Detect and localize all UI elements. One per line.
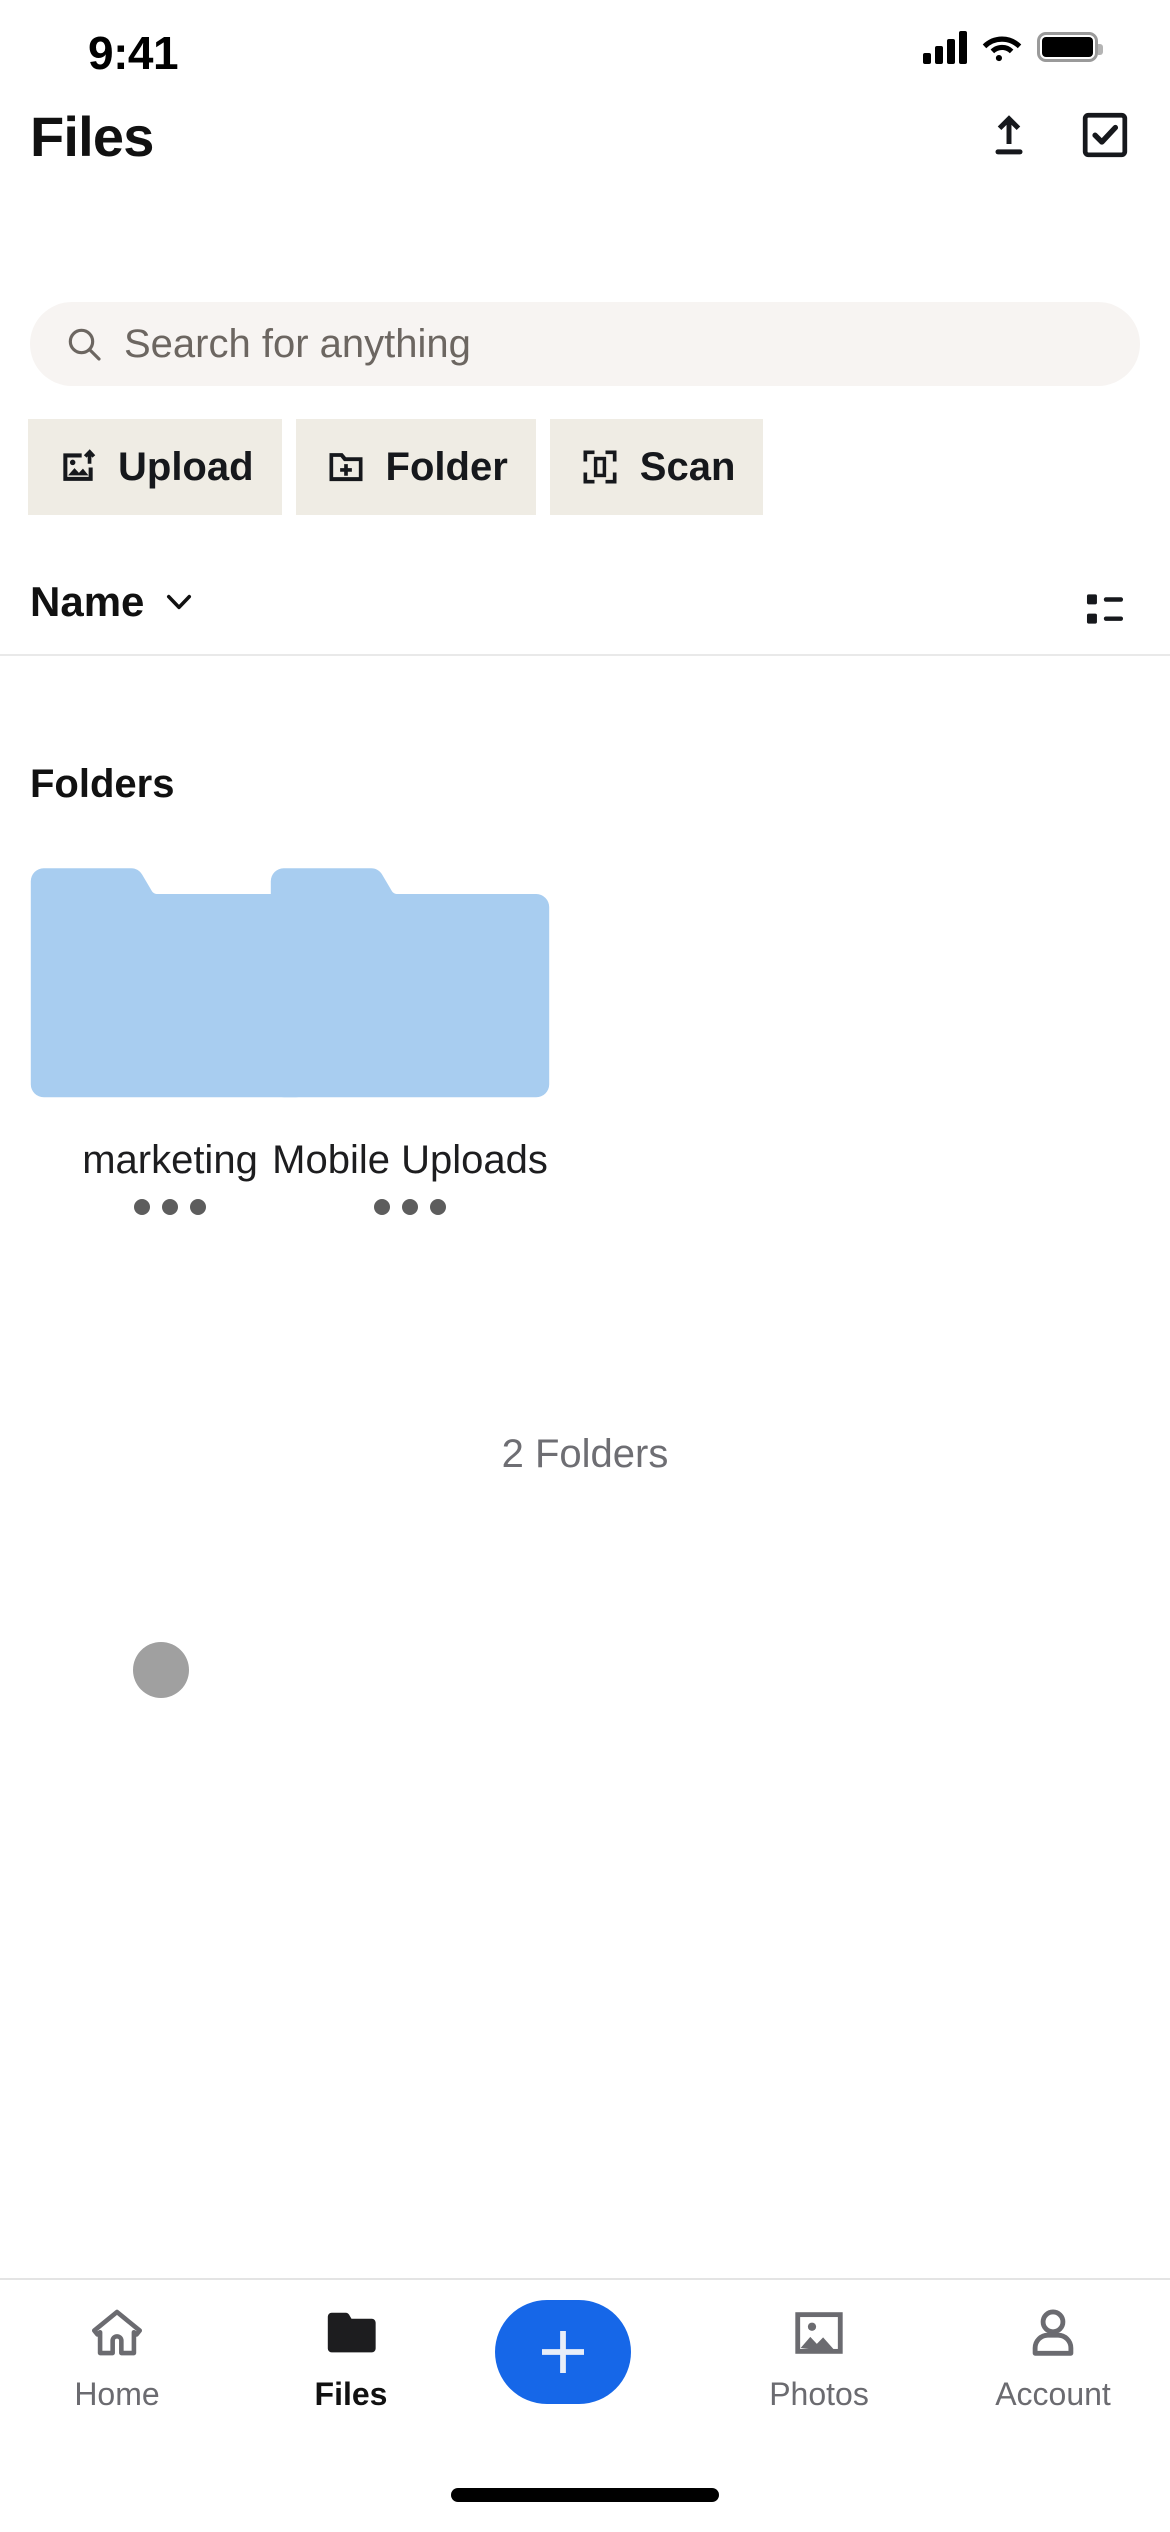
folder-icon bbox=[270, 868, 550, 1098]
more-horizontal-icon[interactable] bbox=[371, 1197, 449, 1217]
home-icon bbox=[91, 2309, 143, 2356]
header-actions bbox=[982, 108, 1132, 162]
item-count-label: 2 Folders bbox=[501, 1432, 669, 1476]
sort-row: Name bbox=[0, 560, 1170, 656]
section-title: Folders bbox=[30, 762, 175, 806]
tab-photos[interactable]: Photos bbox=[702, 2280, 936, 2458]
folder-chip-label: Folder bbox=[385, 444, 508, 489]
create-fab-button[interactable] bbox=[495, 2300, 631, 2404]
list-view-icon[interactable] bbox=[1082, 586, 1128, 632]
cellular-signal-icon bbox=[923, 30, 967, 64]
status-time: 9:41 bbox=[88, 27, 179, 79]
scan-chip[interactable]: Scan bbox=[549, 419, 764, 515]
page-header: Files bbox=[0, 100, 1170, 190]
touch-cursor-indicator bbox=[133, 1642, 189, 1698]
tab-home[interactable]: Home bbox=[0, 2280, 234, 2458]
status-icons bbox=[923, 30, 1103, 64]
tab-account[interactable]: Account bbox=[936, 2280, 1170, 2458]
scan-chip-label: Scan bbox=[639, 444, 736, 489]
search-icon bbox=[68, 328, 101, 361]
tab-photos-label: Photos bbox=[769, 2376, 869, 2412]
folder-name: Mobile Uploads bbox=[272, 1138, 548, 1182]
folder-chip[interactable]: Folder bbox=[295, 419, 536, 515]
page-title: Files bbox=[30, 105, 154, 168]
upload-chip-label: Upload bbox=[118, 444, 254, 489]
search-bar[interactable] bbox=[30, 302, 1140, 386]
more-horizontal-icon[interactable] bbox=[131, 1197, 209, 1217]
sort-label: Name bbox=[30, 578, 145, 625]
upload-chip[interactable]: Upload bbox=[28, 419, 282, 515]
chevron-down-icon bbox=[167, 594, 192, 610]
search-input[interactable] bbox=[124, 321, 1106, 367]
folder-icon bbox=[327, 2312, 376, 2353]
quick-actions: Upload Folder Scan bbox=[28, 419, 764, 515]
folder-tile-mobile-uploads[interactable]: Mobile Uploads bbox=[240, 860, 580, 1217]
select-checkbox-icon[interactable] bbox=[1078, 108, 1132, 162]
scan-frame-icon bbox=[583, 450, 617, 484]
sort-button[interactable]: Name bbox=[30, 578, 198, 626]
person-icon bbox=[1032, 2309, 1074, 2356]
upload-icon[interactable] bbox=[982, 108, 1036, 162]
tab-home-label: Home bbox=[74, 2376, 160, 2412]
photo-icon bbox=[795, 2312, 843, 2354]
home-indicator bbox=[451, 2488, 719, 2502]
tab-account-label: Account bbox=[995, 2376, 1111, 2412]
tab-files[interactable]: Files bbox=[234, 2280, 468, 2458]
wifi-icon bbox=[982, 36, 1022, 62]
plus-icon bbox=[542, 2331, 584, 2373]
battery-icon bbox=[1037, 32, 1103, 62]
app-screen: 9:41 Files Search for anything Upload Fo… bbox=[0, 0, 1170, 2532]
folder-plus-icon bbox=[329, 453, 363, 482]
status-bar: 9:41 bbox=[0, 0, 1170, 100]
image-upload-icon bbox=[63, 449, 96, 481]
tab-files-label: Files bbox=[314, 2376, 388, 2412]
